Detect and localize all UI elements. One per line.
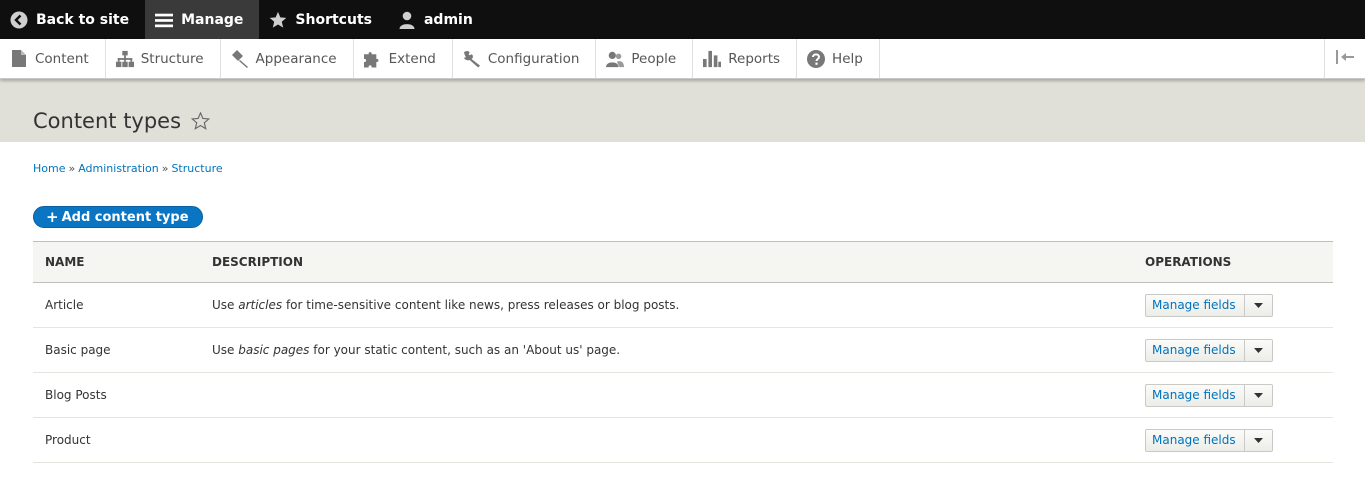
shortcuts-label: Shortcuts — [295, 11, 372, 28]
content-type-name: Article — [33, 282, 200, 328]
table-header-row: Name Description Operations — [33, 241, 1333, 283]
caret-down-icon — [1253, 302, 1263, 308]
admin-menu-tray: Content Structure Appearance Extend Conf… — [0, 39, 1365, 79]
help-icon — [807, 49, 826, 68]
manage-fields-button[interactable]: Manage fields — [1146, 340, 1244, 361]
user-label: admin — [423, 11, 473, 28]
menu-item-label: Reports — [728, 50, 781, 67]
menu-item-label: Help — [832, 50, 863, 67]
menu-item-label: People — [631, 50, 677, 67]
manage-fields-button[interactable]: Manage fields — [1146, 295, 1244, 316]
wrench-icon — [463, 50, 481, 68]
content-type-name: Product — [33, 417, 200, 463]
puzzle-icon — [363, 50, 382, 68]
shortcuts-tab[interactable]: Shortcuts — [259, 0, 388, 39]
user-tab[interactable]: admin — [388, 0, 489, 39]
dropdown-toggle-button[interactable] — [1243, 429, 1272, 451]
content-type-description — [200, 417, 1133, 463]
menu-item-extend[interactable]: Extend — [354, 39, 453, 78]
operations-cell: Manage fields — [1133, 417, 1333, 463]
menu-item-reports[interactable]: Reports — [693, 39, 798, 78]
dropdown-toggle-button[interactable] — [1243, 294, 1272, 316]
page-title: Content types — [33, 109, 182, 133]
column-header-name: Name — [45, 255, 85, 269]
menu-item-label: Content — [35, 50, 89, 67]
column-header-description: Description — [212, 255, 304, 269]
back-to-site-button[interactable]: Back to site — [0, 0, 145, 39]
dropdown-toggle-button[interactable] — [1243, 384, 1272, 406]
menu-item-label: Appearance — [255, 50, 337, 67]
tray-orientation-toggle[interactable] — [1324, 39, 1365, 78]
content-type-description — [200, 372, 1133, 418]
operations-cell: Manage fields — [1133, 282, 1333, 328]
table-row: Basic page Use basic pages for your stat… — [33, 327, 1333, 373]
content-type-description: Use basic pages for your static content,… — [200, 327, 1133, 373]
content-type-name: Basic page — [33, 327, 200, 373]
menu-item-label: Structure — [140, 50, 204, 67]
add-content-type-label: Add content type — [61, 209, 189, 225]
page-header: Content types — [0, 79, 1365, 142]
breadcrumb-structure[interactable]: Structure — [171, 162, 222, 175]
caret-down-icon — [1253, 347, 1263, 353]
breadcrumb-home[interactable]: Home — [33, 162, 65, 175]
menu-item-configuration[interactable]: Configuration — [453, 39, 597, 78]
people-icon — [606, 50, 625, 68]
add-content-type-button[interactable]: + Add content type — [33, 206, 203, 228]
caret-down-icon — [1253, 437, 1263, 443]
operations-cell: Manage fields — [1133, 372, 1333, 418]
admin-toolbar: Back to site Manage Shortcuts admin — [0, 0, 1365, 39]
table-row: Product Manage fields — [33, 417, 1333, 463]
back-arrow-circle-icon — [10, 11, 28, 29]
column-header-operations: Operations — [1145, 255, 1232, 269]
document-icon — [10, 50, 28, 68]
breadcrumb-separator: » — [68, 162, 76, 175]
content-types-table: Name Description Operations Article Use … — [33, 241, 1333, 463]
main-content: Home» Administration» Structure + Add cont… — [0, 162, 1365, 463]
manage-fields-button[interactable]: Manage fields — [1146, 385, 1244, 406]
caret-down-icon — [1253, 392, 1263, 398]
menu-item-content[interactable]: Content — [0, 39, 106, 78]
table-row: Article Use articles for time-sensitive … — [33, 282, 1333, 328]
menu-item-label: Extend — [388, 50, 436, 67]
menu-item-help[interactable]: Help — [797, 39, 880, 78]
menu-item-label: Configuration — [487, 50, 580, 67]
back-to-site-label: Back to site — [36, 11, 130, 28]
breadcrumb: Home» Administration» Structure — [33, 162, 1333, 175]
user-icon — [398, 11, 416, 29]
paintbrush-icon — [231, 49, 249, 68]
manage-tab[interactable]: Manage — [145, 0, 260, 39]
add-shortcut-star-icon[interactable] — [191, 112, 211, 130]
content-type-description: Use articles for time-sensitive content … — [200, 282, 1133, 328]
operations-dropbutton: Manage fields — [1145, 293, 1273, 317]
dropdown-toggle-button[interactable] — [1243, 339, 1272, 361]
table-row: Blog Posts Manage fields — [33, 372, 1333, 418]
breadcrumb-administration[interactable]: Administration — [78, 162, 159, 175]
operations-dropbutton: Manage fields — [1145, 428, 1273, 452]
hamburger-menu-icon — [155, 11, 174, 29]
manage-fields-button[interactable]: Manage fields — [1146, 430, 1244, 451]
operations-dropbutton: Manage fields — [1145, 383, 1273, 407]
menu-item-appearance[interactable]: Appearance — [221, 39, 354, 78]
operations-dropbutton: Manage fields — [1145, 338, 1273, 362]
sitemap-icon — [115, 50, 134, 68]
menu-item-people[interactable]: People — [596, 39, 694, 78]
operations-cell: Manage fields — [1133, 327, 1333, 373]
menu-item-structure[interactable]: Structure — [106, 39, 221, 78]
collapse-arrow-icon — [1335, 49, 1355, 68]
manage-label: Manage — [181, 11, 244, 28]
content-type-name: Blog Posts — [33, 372, 200, 418]
breadcrumb-separator: » — [161, 162, 169, 175]
plus-icon: + — [46, 208, 59, 226]
star-icon — [269, 11, 287, 29]
bar-chart-icon — [703, 50, 722, 68]
